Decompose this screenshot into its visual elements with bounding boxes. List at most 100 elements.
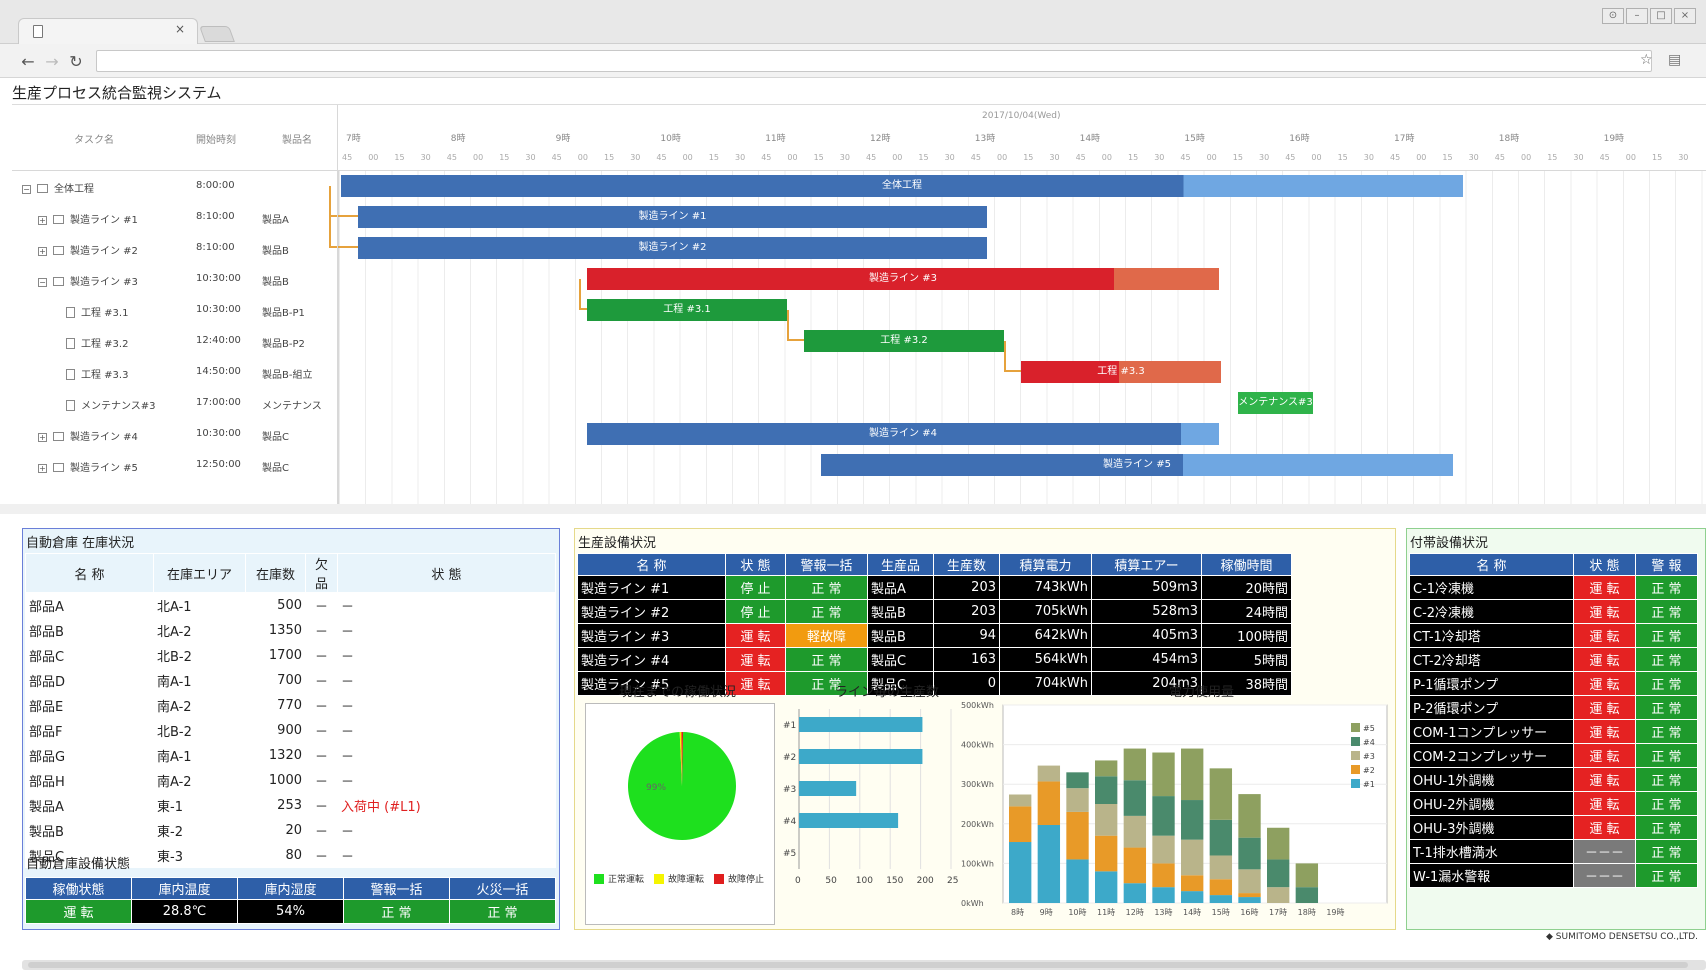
window-controls: ⊙ – □ × xyxy=(1602,8,1696,24)
wh-cell: 南A-1 xyxy=(153,667,246,693)
gantt-row[interactable]: − 全体工程 8:00:00 xyxy=(12,171,338,202)
table-row[interactable]: 部品C 北B-2 1700 －－ xyxy=(25,642,556,668)
browser-tab[interactable]: × xyxy=(18,18,198,44)
gantt-minute-label: 45 xyxy=(1390,153,1401,162)
gantt-minute-label: 15 xyxy=(1023,153,1034,162)
table-row[interactable]: 部品D 南A-1 700 －－ xyxy=(25,667,556,693)
prod-cell: 0 xyxy=(933,671,1000,696)
forward-icon[interactable]: → xyxy=(42,52,62,71)
table-row[interactable]: C-2冷凍機運 転正 常 xyxy=(1409,599,1698,624)
gantt-row[interactable]: + 製造ライン #1 8:10:00 製品A xyxy=(12,202,338,233)
folder-icon xyxy=(53,246,64,255)
gantt-row[interactable]: + 製造ライン #2 8:10:00 製品B xyxy=(12,233,338,264)
table-row[interactable]: 製造ライン #1 停 止正 常製品A 203 743kWh 509m3 20時間 xyxy=(577,575,1292,600)
pie-percent-label: 99% xyxy=(646,783,666,793)
stack-segment xyxy=(1238,893,1261,898)
document-icon xyxy=(33,25,43,38)
close-window-icon[interactable]: × xyxy=(1674,8,1696,24)
bar-tick-label: 50 xyxy=(825,876,837,886)
collapse-icon[interactable]: − xyxy=(38,278,47,287)
table-row[interactable]: T-1排水槽満水 －－－正 常 xyxy=(1409,839,1698,864)
table-row[interactable]: 部品B 北A-2 1350 －－ xyxy=(25,617,556,643)
table-row[interactable]: COM-2コンプレッサー運 転正 常 xyxy=(1409,743,1698,768)
table-row[interactable]: P-1循環ポンプ運 転正 常 xyxy=(1409,671,1698,696)
prod-cell: 正 常 xyxy=(785,647,868,672)
aux-cell: 正 常 xyxy=(1635,647,1698,672)
gantt-row[interactable]: + 製造ライン #5 12:50:00 製品C xyxy=(12,450,338,481)
aux-cell: 運 転 xyxy=(1573,791,1636,816)
maximize-icon[interactable]: □ xyxy=(1650,8,1672,24)
table-row[interactable]: CT-1冷却塔運 転正 常 xyxy=(1409,623,1698,648)
gantt-minute-label: 45 xyxy=(1180,153,1191,162)
gantt-bar[interactable]: メンテナンス#3 xyxy=(1238,392,1313,414)
table-row[interactable]: OHU-3外調機運 転正 常 xyxy=(1409,815,1698,840)
minimize-icon[interactable]: – xyxy=(1626,8,1648,24)
stack-segment xyxy=(1238,897,1261,903)
back-icon[interactable]: ← xyxy=(18,52,38,71)
table-row[interactable]: 部品H 南A-2 1000 －－ xyxy=(25,767,556,793)
gantt-row[interactable]: 工程 #3.3 14:50:00 製品B-組立 xyxy=(12,357,338,388)
gantt-date: 2017/10/04(Wed) xyxy=(982,111,1061,121)
stack-segment xyxy=(1123,883,1147,903)
warehouse-equip-table: 稼働状態 庫内温度 庫内湿度 警報一括 火災一括 運 転 28.8℃ 54% 正… xyxy=(25,877,556,924)
gantt-minute-label: 45 xyxy=(342,153,353,162)
bookmark-star-icon[interactable]: ☆ xyxy=(1640,52,1653,68)
company-footer: ◆ SUMITOMO DENSETSU CO.,LTD. xyxy=(1546,932,1698,942)
stack-segment xyxy=(1267,827,1290,860)
table-row[interactable]: C-1冷凍機運 転正 常 xyxy=(1409,575,1698,600)
scrollbar-thumb[interactable] xyxy=(28,962,1688,968)
table-row[interactable]: 部品A 北A-1 500 －－ xyxy=(25,592,556,618)
stack-segment xyxy=(1238,794,1261,838)
table-row[interactable]: 製品B 東-2 20 －－ xyxy=(25,817,556,843)
reload-icon[interactable]: ↻ xyxy=(66,52,86,71)
table-row[interactable]: 製造ライン #3 運 転軽故障 製品B 94 642kWh 405m3 100時間 xyxy=(577,623,1292,648)
table-row[interactable]: 部品F 北B-2 900 －－ xyxy=(25,717,556,743)
eq-value-humid: 54% xyxy=(237,899,344,924)
gantt-bar[interactable]: 製造ライン #3 xyxy=(587,268,1219,290)
table-row[interactable]: 製造ライン #4 運 転正 常製品C 163 564kWh 454m3 5時間 xyxy=(577,647,1292,672)
aux-cell: 運 転 xyxy=(1573,719,1636,744)
gantt-bar[interactable]: 製造ライン #5 xyxy=(821,454,1453,476)
gantt-minute-label: 30 xyxy=(630,153,641,162)
gantt-bar[interactable]: 工程 #3.3 xyxy=(1021,361,1221,383)
stack-segment xyxy=(1209,879,1233,896)
gantt-row[interactable]: メンテナンス#3 17:00:00 メンテナンス xyxy=(12,388,338,419)
new-tab-button[interactable] xyxy=(199,26,235,42)
table-row[interactable]: W-1漏水警報 －－－正 常 xyxy=(1409,863,1698,888)
table-row[interactable]: OHU-2外調機運 転正 常 xyxy=(1409,791,1698,816)
table-row[interactable]: OHU-1外調機運 転正 常 xyxy=(1409,767,1698,792)
close-tab-icon[interactable]: × xyxy=(175,22,185,36)
table-row[interactable]: 製造ライン #2 停 止正 常製品B 203 705kWh 528m3 24時間 xyxy=(577,599,1292,624)
table-row[interactable]: COM-1コンプレッサー運 転正 常 xyxy=(1409,719,1698,744)
wh-cell: － xyxy=(337,642,556,668)
x-tick-label: 19時 xyxy=(1326,908,1344,917)
gantt-bar[interactable]: 工程 #3.2 xyxy=(804,330,1004,352)
expand-icon[interactable]: + xyxy=(38,216,47,225)
gantt-row[interactable]: − 製造ライン #3 10:30:00 製品B xyxy=(12,264,338,295)
gantt-row[interactable]: + 製造ライン #4 10:30:00 製品C xyxy=(12,419,338,450)
table-row[interactable]: P-2循環ポンプ運 転正 常 xyxy=(1409,695,1698,720)
address-bar[interactable] xyxy=(96,50,1652,72)
table-row[interactable]: 製品A 東-1 253 －入荷中 (#L1) xyxy=(25,792,556,818)
horizontal-scrollbar[interactable] xyxy=(22,960,1706,970)
gantt-task-name: 工程 #3.3 xyxy=(66,366,128,381)
expand-icon[interactable]: + xyxy=(38,433,47,442)
gantt-bar[interactable]: 製造ライン #1 xyxy=(358,206,987,228)
user-icon[interactable]: ⊙ xyxy=(1602,8,1624,24)
extension-icon[interactable]: ▤ xyxy=(1668,52,1681,68)
gantt-bar[interactable]: 工程 #3.1 xyxy=(587,299,787,321)
stack-segment xyxy=(1037,765,1061,782)
table-row[interactable]: CT-2冷却塔運 転正 常 xyxy=(1409,647,1698,672)
gantt-row[interactable]: 工程 #3.1 10:30:00 製品B-P1 xyxy=(12,295,338,326)
folder-icon xyxy=(53,463,64,472)
collapse-icon[interactable]: − xyxy=(22,185,31,194)
gantt-bar[interactable]: 製造ライン #2 xyxy=(358,237,987,259)
gantt-row[interactable]: 工程 #3.2 12:40:00 製品B-P2 xyxy=(12,326,338,357)
gantt-minute-label: 15 xyxy=(1232,153,1243,162)
gantt-bar[interactable]: 製造ライン #4 xyxy=(587,423,1219,445)
table-row[interactable]: 部品G 南A-1 1320 －－ xyxy=(25,742,556,768)
expand-icon[interactable]: + xyxy=(38,247,47,256)
gantt-bar[interactable]: 全体工程 xyxy=(341,175,1463,197)
table-row[interactable]: 部品E 南A-2 770 －－ xyxy=(25,692,556,718)
expand-icon[interactable]: + xyxy=(38,464,47,473)
